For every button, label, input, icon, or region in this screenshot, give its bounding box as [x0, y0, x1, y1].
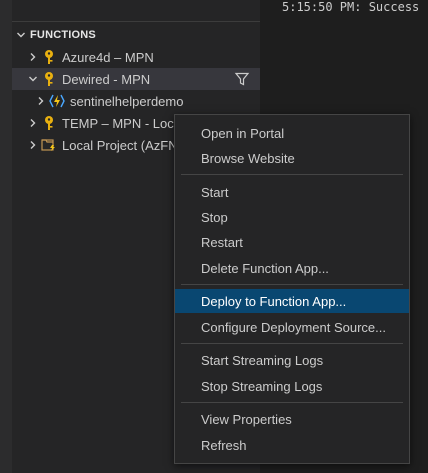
tree-item-sentinelhelperdemo[interactable]: sentinelhelperdemo — [34, 90, 260, 112]
functions-section-header[interactable]: FUNCTIONS — [12, 24, 260, 46]
key-icon — [40, 71, 58, 87]
chevron-down-icon — [12, 30, 30, 40]
output-log-line: 5:15:50 PM: Success — [282, 0, 420, 14]
chevron-right-icon — [34, 96, 48, 106]
tree-item-label: TEMP – MPN - Loc — [62, 115, 174, 131]
menu-item-stop-streaming-logs[interactable]: Stop Streaming Logs — [175, 374, 409, 398]
section-title: FUNCTIONS — [30, 29, 96, 41]
tree-item-label: sentinelhelperdemo — [70, 93, 184, 109]
chevron-down-icon — [26, 74, 40, 84]
menu-item-start-streaming-logs[interactable]: Start Streaming Logs — [175, 348, 409, 372]
tree-item-label: Local Project (AzFN — [62, 137, 178, 153]
function-app-icon — [48, 93, 66, 109]
menu-item-delete-function-app[interactable]: Delete Function App... — [175, 256, 409, 280]
local-project-icon — [40, 137, 58, 153]
menu-item-start[interactable]: Start — [175, 180, 409, 204]
menu-item-open-in-portal[interactable]: Open in Portal — [175, 121, 409, 145]
menu-item-refresh[interactable]: Refresh — [175, 433, 409, 457]
chevron-right-icon — [26, 118, 40, 128]
key-icon — [40, 49, 58, 65]
context-menu: Open in Portal Browse Website Start Stop… — [174, 114, 410, 464]
tree-item-dewired[interactable]: Dewired - MPN — [12, 68, 260, 90]
section-divider — [12, 21, 260, 22]
activity-strip — [0, 0, 12, 473]
key-icon — [40, 115, 58, 131]
tree-item-label: Azure4d – MPN — [62, 49, 154, 65]
menu-item-restart[interactable]: Restart — [175, 230, 409, 254]
chevron-right-icon — [26, 52, 40, 62]
menu-separator — [181, 343, 403, 344]
menu-item-deploy-to-function-app[interactable]: Deploy to Function App... — [175, 289, 409, 313]
tree-item-azure4d[interactable]: Azure4d – MPN — [26, 46, 260, 68]
vscode-window: FUNCTIONS Azure4d – MPN Dewired - MPN se… — [0, 0, 428, 473]
tree-item-label: Dewired - MPN — [62, 71, 151, 87]
menu-separator — [181, 174, 403, 175]
filter-icon[interactable] — [234, 71, 250, 90]
menu-separator — [181, 284, 403, 285]
menu-item-configure-deployment-source[interactable]: Configure Deployment Source... — [175, 315, 409, 339]
menu-item-stop[interactable]: Stop — [175, 205, 409, 229]
menu-item-view-properties[interactable]: View Properties — [175, 407, 409, 431]
menu-separator — [181, 402, 403, 403]
chevron-right-icon — [26, 140, 40, 150]
menu-item-browse-website[interactable]: Browse Website — [175, 146, 409, 170]
